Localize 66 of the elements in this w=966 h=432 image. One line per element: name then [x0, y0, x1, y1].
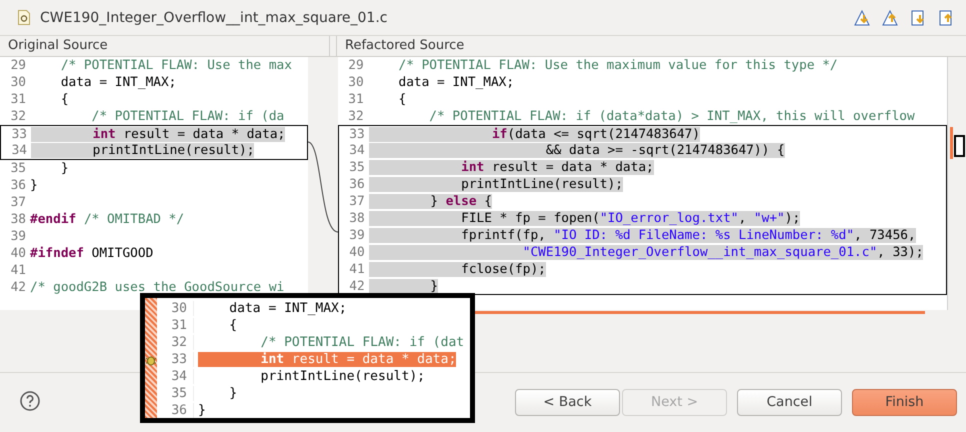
- code-line: }: [30, 178, 38, 194]
- code-line: #ifndef OMITGOOD: [30, 246, 154, 261]
- help-icon[interactable]: [20, 391, 40, 411]
- line-number: 36: [10, 178, 27, 194]
- line-number: 38: [10, 212, 27, 227]
- code-line: /* POTENTIAL FLAW: if (da: [90, 108, 284, 124]
- change-marker: [950, 127, 954, 159]
- code-line: data = INT_MAX;: [397, 74, 514, 90]
- line-number: 36: [348, 177, 366, 192]
- code-line: /* POTENTIAL FLAW: Use the max: [60, 58, 292, 73]
- line-number: 34: [10, 143, 28, 158]
- dialog-button[interactable]: < Back: [515, 388, 620, 416]
- triangle-arrow-icon[interactable]: [853, 8, 871, 26]
- pane-header: Original Source: [0, 36, 330, 56]
- line-number: 40: [348, 244, 366, 260]
- dialog-button[interactable]: Finish: [852, 388, 957, 416]
- line-number: 42: [10, 280, 27, 295]
- line-number: 32: [10, 108, 27, 124]
- scroll-thumb[interactable]: [954, 135, 966, 157]
- line-number: 32: [157, 335, 194, 350]
- line-number: 35: [10, 161, 27, 176]
- line-number: 41: [348, 262, 366, 277]
- window-title: CWE190_Integer_Overflow__int_max_square_01.c: [40, 10, 388, 26]
- line-number: 41: [10, 262, 27, 278]
- line-number: 37: [10, 195, 27, 210]
- line-number: 31: [10, 92, 27, 107]
- line-number: 40: [10, 246, 27, 261]
- line-number: 35: [348, 160, 366, 176]
- line-number: 30: [347, 74, 365, 90]
- line-number: 30: [10, 74, 27, 90]
- triangle-arrow-icon[interactable]: [881, 8, 899, 26]
- code-line: /* POTENTIAL FLAW: Use the maximum value for this type */: [397, 58, 838, 73]
- code-line: data = INT_MAX;: [60, 74, 176, 90]
- line-number: 33: [10, 126, 28, 142]
- code-line: /* POTENTIAL FLAW: if (data*data) > INT_MAX, this will overflow: [428, 108, 915, 124]
- code-line: /* POTENTIAL FLAW: if (dat: [260, 335, 464, 350]
- code-line: data = INT_MAX;: [228, 301, 347, 316]
- line-number: 36: [157, 403, 194, 418]
- line-number: 32: [347, 108, 365, 124]
- line-number: 30: [157, 301, 194, 316]
- line-number: 31: [157, 318, 194, 333]
- line-number: 39: [348, 228, 366, 243]
- line-number: 39: [10, 228, 27, 244]
- code-line: {: [60, 92, 69, 107]
- file-icon: [18, 10, 30, 25]
- code-line: }: [198, 403, 206, 418]
- line-number: 29: [10, 58, 27, 73]
- code-line: #endif /* OMITBAD */: [30, 212, 184, 227]
- code-line: {: [228, 318, 238, 333]
- code-line: printIntLine(result);: [260, 369, 425, 384]
- line-number: 34: [157, 369, 194, 384]
- line-number: 34: [348, 143, 366, 158]
- code-line: }: [228, 386, 238, 401]
- line-number: 31: [347, 92, 365, 107]
- line-number: 35: [157, 386, 194, 401]
- code-line: {: [397, 92, 406, 107]
- line-number: 33: [348, 126, 366, 142]
- dialog-button[interactable]: Cancel: [737, 388, 842, 416]
- line-number: 29: [347, 58, 365, 73]
- code-line: /* goodG2B uses the GoodSource wi: [30, 280, 284, 295]
- line-number: 33: [157, 352, 194, 367]
- code-line: }: [60, 161, 69, 176]
- line-number: 37: [348, 194, 366, 210]
- line-number: 38: [348, 210, 366, 226]
- pane-header: Refactored Source: [336, 36, 464, 56]
- line-number: 42: [348, 278, 366, 294]
